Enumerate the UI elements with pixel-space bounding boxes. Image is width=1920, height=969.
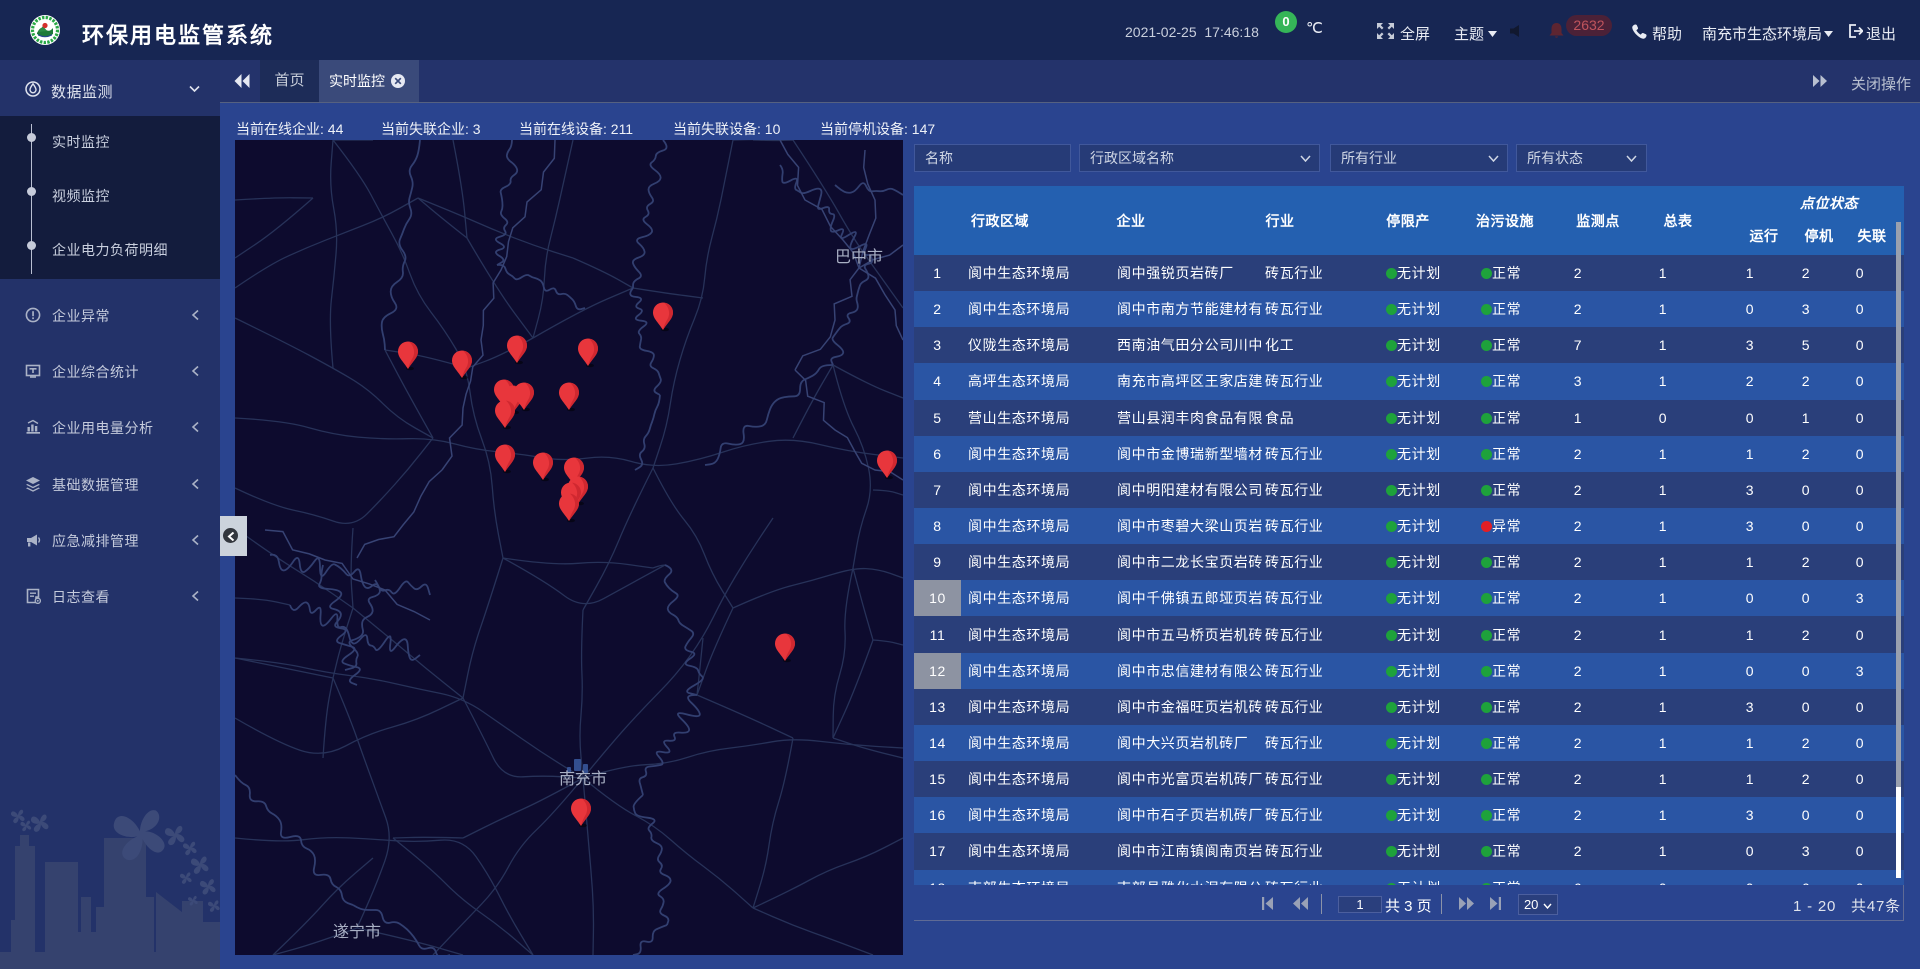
svg-text:遂宁市: 遂宁市 xyxy=(333,923,381,941)
svg-text:南充市: 南充市 xyxy=(559,770,607,788)
svg-text:巴中市: 巴中市 xyxy=(835,248,883,266)
